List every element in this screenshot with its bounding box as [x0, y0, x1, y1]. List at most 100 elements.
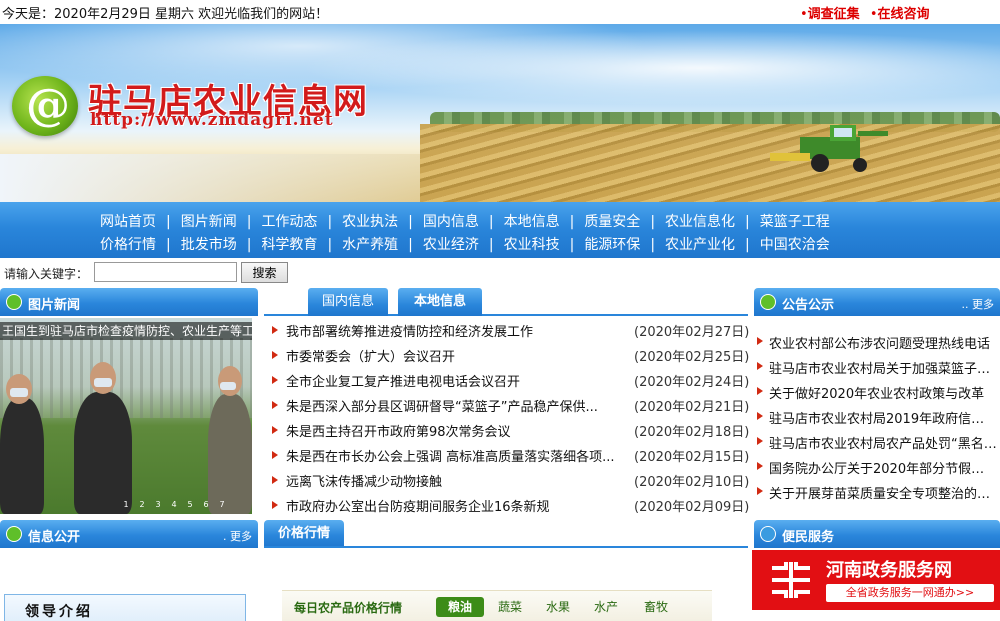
- search-button[interactable]: 搜索: [241, 262, 288, 283]
- notice-title-link[interactable]: 国务院办公厅关于2020年部分节假日安排: [769, 458, 997, 477]
- site-url: http://www.zmdagri.net: [90, 110, 334, 130]
- daily-price-label: 每日农产品价格行情: [294, 601, 403, 615]
- slide-page-button[interactable]: 3: [150, 500, 166, 509]
- news-title-link[interactable]: 朱是西主持召开市政府第98次常务会议: [286, 421, 511, 440]
- slide-page-button[interactable]: 6: [198, 500, 214, 509]
- news-date: (2020年02月25日): [634, 350, 750, 365]
- nav-separator: |: [166, 214, 171, 230]
- nav-link[interactable]: 能源环保: [584, 237, 640, 253]
- bullet-arrow-icon: [272, 326, 278, 334]
- news-title-link[interactable]: 全市企业复工复产推进电视电话会议召开: [286, 371, 520, 390]
- banner-wheat-field: [420, 124, 1000, 202]
- notice-title-link[interactable]: 驻马店市农业农村局农产品处罚“黑名单”: [769, 433, 997, 452]
- nav-row-2: 价格行情 | 批发市场 | 科学教育 | 水产养殖 | 农业经济 | 农业科技 | 能源环保 | 农业产业化…: [100, 234, 830, 254]
- slide-page-button[interactable]: 2: [134, 500, 150, 509]
- nav-link[interactable]: 菜篮子工程: [760, 214, 830, 230]
- nav-link[interactable]: 农业经济: [423, 237, 479, 253]
- nav-link[interactable]: 质量安全: [584, 214, 640, 230]
- news-date: (2020年02月09日): [634, 500, 750, 515]
- search-input[interactable]: [94, 262, 237, 282]
- nav-link[interactable]: 国内信息: [423, 214, 479, 230]
- category-fruit[interactable]: 水果: [538, 597, 578, 617]
- consult-link[interactable]: 在线咨询: [878, 7, 930, 22]
- price-title[interactable]: 价格行情: [264, 520, 344, 548]
- bullet-arrow-icon: [757, 412, 763, 420]
- notice-title-link[interactable]: 驻马店市农业农村局关于加强菜篮子工程: [769, 358, 997, 377]
- slide-page-button[interactable]: 1: [118, 500, 134, 509]
- notice-more-link[interactable]: .. 更多: [962, 296, 995, 312]
- nav-link[interactable]: 农业执法: [342, 214, 398, 230]
- bullet-arrow-icon: [272, 376, 278, 384]
- notice-title-link[interactable]: 关于做好2020年农业农村政策与改革: [769, 383, 997, 402]
- nav-link[interactable]: 水产养殖: [342, 237, 398, 253]
- photo-news-title[interactable]: 图片新闻: [28, 294, 80, 313]
- face-mask: [10, 388, 28, 397]
- notice-item: 关于开展芽苗菜质量安全专项整治的通知: [754, 480, 1000, 505]
- photo-news-icon: [6, 294, 22, 310]
- banner-haze: [0, 154, 440, 202]
- news-title-link[interactable]: 市委常委会（扩大）会议召开: [286, 346, 455, 365]
- news-item: 朱是西在市长办公会上强调 高标准高质量落实落细各项... (2020年02月15日…: [270, 443, 750, 468]
- bullet-arrow-icon: [757, 487, 763, 495]
- category-aquatic[interactable]: 水产: [586, 597, 626, 617]
- news-title-link[interactable]: 朱是西深入部分县区调研督导“菜篮子”产品稳产保供...: [286, 396, 598, 415]
- news-title-link[interactable]: 朱是西在市长办公会上强调 高标准高质量落实落细各项...: [286, 446, 615, 465]
- nav-link[interactable]: 价格行情: [100, 237, 156, 253]
- service-title[interactable]: 便民服务: [782, 526, 834, 545]
- leader-intro-title: 领导介绍: [25, 604, 93, 620]
- tab-local-info[interactable]: 本地信息: [398, 288, 482, 316]
- nav-link[interactable]: 图片新闻: [181, 214, 237, 230]
- info-open-header: 信息公开 . 更多: [0, 520, 258, 548]
- news-title-link[interactable]: 市政府办公室出台防疫期间服务企业16条新规: [286, 496, 550, 515]
- henan-gov-service-banner[interactable]: 河南政务服务网 全省政务服务一网通办>>: [752, 550, 1000, 610]
- leader-intro-header[interactable]: 领导介绍: [4, 594, 246, 621]
- date-welcome-text: 今天是：2020年2月29日 星期六 欢迎光临我们的网站！: [2, 7, 329, 22]
- photo-caption[interactable]: 王国生到驻马店市检查疫情防控、农业生产等工: [0, 322, 252, 340]
- site-banner: @ 驻马店农业信息网 http://www.zmdagri.net: [0, 24, 1000, 202]
- category-livestock[interactable]: 畜牧: [636, 597, 676, 617]
- news-item: 朱是西深入部分县区调研督导“菜篮子”产品稳产保供... (2020年02月21日): [270, 393, 750, 418]
- news-item: 我市部署统筹推进疫情防控和经济发展工作 (2020年02月27日): [270, 318, 750, 343]
- info-open-more-link[interactable]: . 更多: [223, 528, 252, 544]
- bullet-icon: •: [800, 7, 808, 22]
- nav-link[interactable]: 科学教育: [261, 237, 317, 253]
- nav-separator: |: [745, 214, 750, 230]
- tab-domestic-info[interactable]: 国内信息: [308, 288, 388, 316]
- notice-item: 驻马店市农业农村局关于加强菜篮子工程: [754, 355, 1000, 380]
- nav-link[interactable]: 农业信息化: [665, 214, 735, 230]
- info-open-title[interactable]: 信息公开: [28, 526, 80, 545]
- bullet-arrow-icon: [757, 437, 763, 445]
- nav-separator: |: [650, 214, 656, 230]
- nav-link[interactable]: 农业科技: [504, 237, 560, 253]
- notice-title-link[interactable]: 驻马店市农业农村局2019年政府信息公开: [769, 408, 997, 427]
- news-title-link[interactable]: 远离飞沫传播减少动物接触: [286, 471, 442, 490]
- nav-link[interactable]: 批发市场: [181, 237, 237, 253]
- nav-link[interactable]: 工作动态: [261, 214, 317, 230]
- notice-title-link[interactable]: 关于开展芽苗菜质量安全专项整治的通知: [769, 483, 997, 502]
- bullet-arrow-icon: [272, 501, 278, 509]
- notice-item: 农业农村部公布涉农问题受理热线电话: [754, 330, 1000, 355]
- slide-page-button[interactable]: 5: [182, 500, 198, 509]
- nav-link[interactable]: 本地信息: [504, 214, 560, 230]
- category-grain-oil[interactable]: 粮油: [436, 597, 484, 617]
- survey-link[interactable]: 调查征集: [808, 7, 860, 22]
- nav-row-1: 网站首页 | 图片新闻 | 工作动态 | 农业执法 | 国内信息 | 本地信息 | 质量安全 | 农业信息化…: [100, 211, 830, 231]
- gov-banner-subtitle: 全省政务服务一网通办>>: [826, 584, 994, 602]
- top-bar: 今天是：2020年2月29日 星期六 欢迎光临我们的网站！ •调查征集 •在线咨…: [0, 0, 1000, 24]
- bullet-arrow-icon: [757, 362, 763, 370]
- notice-title-link[interactable]: 农业农村部公布涉农问题受理热线电话: [769, 333, 997, 352]
- slide-page-button[interactable]: 7: [214, 500, 230, 509]
- category-vegetables[interactable]: 蔬菜: [490, 597, 530, 617]
- news-title-link[interactable]: 我市部署统筹推进疫情防控和经济发展工作: [286, 321, 533, 340]
- nav-link[interactable]: 网站首页: [100, 214, 156, 230]
- photo-news-slideshow[interactable]: 王国生到驻马店市检查疫情防控、农业生产等工 1234567: [0, 318, 252, 514]
- slide-page-button[interactable]: 4: [166, 500, 182, 509]
- photo-person-head: [218, 366, 242, 396]
- news-item: 远离飞沫传播减少动物接触 (2020年02月10日): [270, 468, 750, 493]
- nav-link[interactable]: 中国农洽会: [760, 237, 830, 253]
- news-date: (2020年02月10日): [634, 475, 750, 490]
- news-date: (2020年02月21日): [634, 400, 750, 415]
- nav-link[interactable]: 农业产业化: [665, 237, 735, 253]
- site-logo-icon[interactable]: @: [12, 76, 78, 136]
- notice-title[interactable]: 公告公示: [782, 294, 834, 313]
